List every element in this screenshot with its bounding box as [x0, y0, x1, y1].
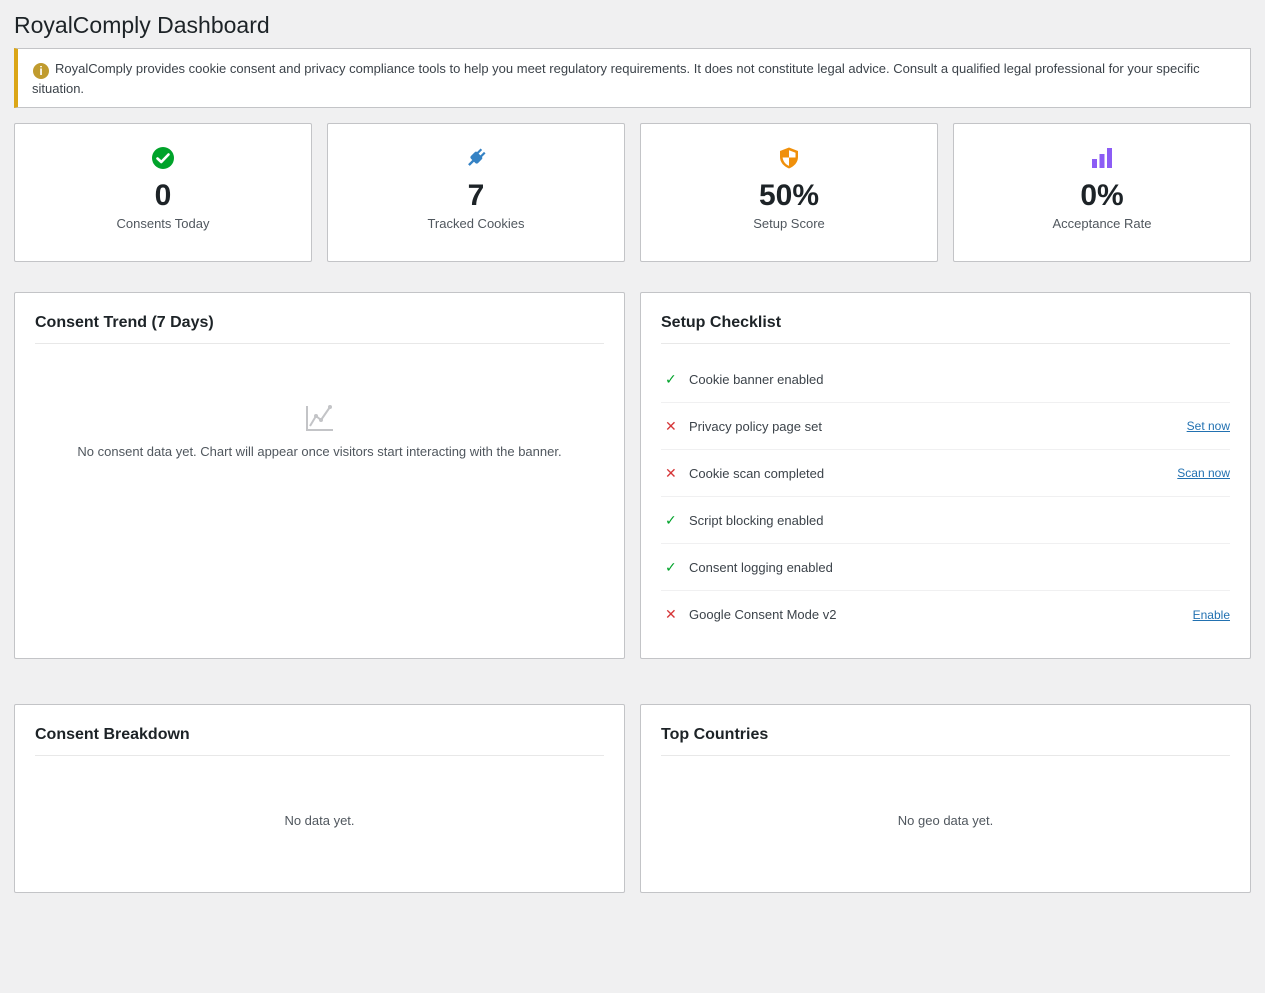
scan-now-link[interactable]: Scan now [1177, 466, 1230, 480]
card-title: Consent Breakdown [35, 725, 604, 756]
consent-breakdown-card: Consent Breakdown No data yet. [14, 704, 625, 893]
dashboard-page: RoyalComply Dashboard i RoyalComply provi… [0, 0, 1265, 993]
setup-checklist-card: Setup Checklist ✓ Cookie banner enabled … [640, 292, 1251, 659]
dashboard-row-1: Consent Trend (7 Days) No consent data y… [14, 292, 1251, 659]
cross-icon: ✕ [665, 417, 677, 434]
notice-text: RoyalComply provides cookie consent and … [32, 61, 1200, 96]
stat-value: 50% [758, 179, 820, 212]
empty-text: No geo data yet. [897, 813, 994, 828]
checklist-item-label: Cookie scan completed [689, 465, 825, 481]
empty-text: No data yet. [284, 813, 355, 828]
cross-icon: ✕ [665, 464, 677, 481]
enable-link[interactable]: Enable [1193, 608, 1230, 622]
stats-row: 0 Consents Today 7 Tracked Cookies 50% S… [14, 123, 1251, 262]
chart-line-icon [305, 405, 333, 431]
stat-value: 7 [467, 179, 485, 212]
check-icon: ✓ [665, 370, 677, 387]
page-title: RoyalComply Dashboard [14, 12, 270, 38]
check-icon: ✓ [665, 558, 677, 575]
stat-label: Tracked Cookies [427, 216, 525, 231]
bar-chart-icon [1090, 146, 1114, 170]
info-icon: i [33, 63, 49, 79]
checklist-item-privacy-policy: ✕ Privacy policy page set Set now [661, 403, 1230, 450]
consent-trend-card: Consent Trend (7 Days) No consent data y… [14, 292, 625, 659]
stat-label: Acceptance Rate [1052, 216, 1152, 231]
stat-consents-today: 0 Consents Today [14, 123, 312, 262]
dashboard-row-2: Consent Breakdown No data yet. Top Count… [14, 704, 1251, 893]
checklist-item-consent-logging: ✓ Consent logging enabled [661, 544, 1230, 591]
card-title: Top Countries [661, 725, 1230, 756]
shield-icon [777, 146, 801, 170]
checklist-item-label: Consent logging enabled [689, 559, 833, 575]
checklist-item-script-blocking: ✓ Script blocking enabled [661, 497, 1230, 544]
checklist-item-label: Google Consent Mode v2 [689, 607, 837, 622]
checklist-item-google-consent-mode: ✕ Google Consent Mode v2 Enable [661, 591, 1230, 638]
card-title: Setup Checklist [661, 313, 1230, 344]
check-circle-icon [151, 146, 175, 170]
stat-label: Setup Score [753, 216, 825, 231]
checklist-item-label: Script blocking enabled [689, 512, 824, 528]
checklist-item-label: Cookie banner enabled [689, 371, 824, 387]
legal-notice: i RoyalComply provides cookie consent and… [14, 48, 1251, 108]
checklist-item-cookie-scan: ✕ Cookie scan completed Scan now [661, 450, 1230, 497]
stat-label: Consents Today [116, 216, 210, 231]
plug-icon [464, 146, 488, 170]
stat-value: 0% [1080, 179, 1124, 212]
checklist: ✓ Cookie banner enabled ✕ Privacy policy… [661, 356, 1230, 638]
empty-chart: No consent data yet. Chart will appear o… [35, 402, 604, 459]
cross-icon: ✕ [665, 606, 677, 622]
checklist-item-cookie-banner: ✓ Cookie banner enabled [661, 356, 1230, 403]
check-icon: ✓ [665, 511, 677, 528]
stat-value: 0 [154, 179, 172, 212]
stat-acceptance-rate: 0% Acceptance Rate [953, 123, 1251, 262]
card-title: Consent Trend (7 Days) [35, 313, 604, 344]
top-countries-card: Top Countries No geo data yet. [640, 704, 1251, 893]
stat-tracked-cookies: 7 Tracked Cookies [327, 123, 625, 262]
checklist-item-label: Privacy policy page set [689, 418, 822, 434]
empty-chart-text: No consent data yet. Chart will appear o… [77, 444, 562, 459]
set-now-link[interactable]: Set now [1187, 419, 1230, 433]
stat-setup-score: 50% Setup Score [640, 123, 938, 262]
